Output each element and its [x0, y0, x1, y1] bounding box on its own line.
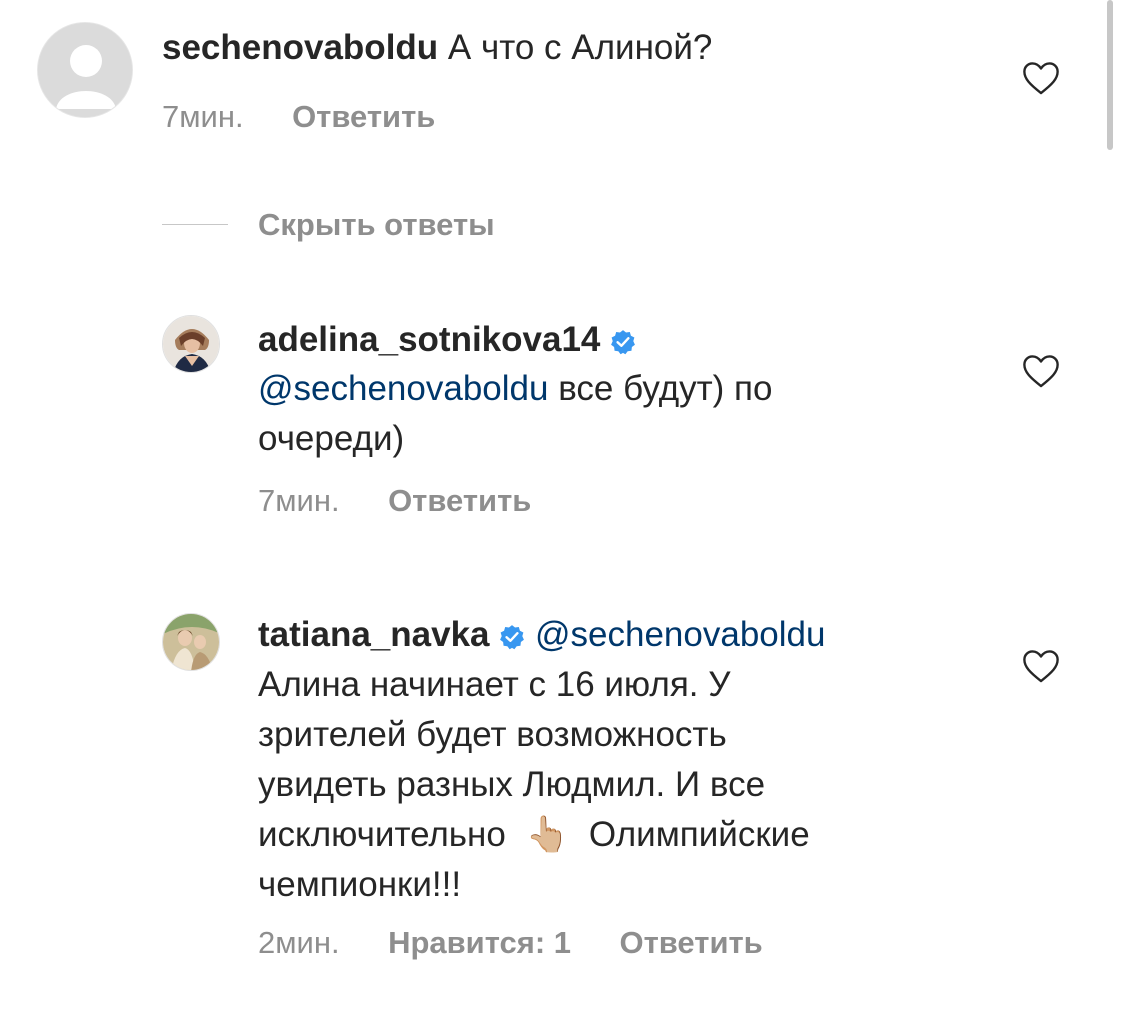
reply-line-1: tatiana_navka @sechenovaboldu: [258, 610, 825, 660]
reply-meta: 7мин. Ответить: [258, 481, 531, 527]
heart-icon[interactable]: [1022, 353, 1060, 389]
heart-icon[interactable]: [1022, 648, 1060, 684]
reply-button[interactable]: Ответить: [388, 483, 531, 518]
avatar-tatiana[interactable]: [162, 613, 220, 671]
heart-icon[interactable]: [1022, 60, 1060, 96]
verified-badge-icon: [611, 329, 636, 354]
username-link[interactable]: sechenovaboldu: [162, 28, 438, 67]
avatar-image: [163, 316, 219, 372]
mention-link[interactable]: @sechenovaboldu: [535, 615, 825, 654]
reply-button[interactable]: Ответить: [292, 99, 435, 134]
reply-time: 7мин.: [258, 483, 340, 518]
reply-time: 2мин.: [258, 925, 340, 960]
username-link[interactable]: tatiana_navka: [258, 615, 490, 654]
mention-link[interactable]: @sechenovaboldu: [258, 369, 548, 408]
pointing-up-emoji: 👆🏼: [525, 815, 570, 854]
hide-replies-button[interactable]: Скрыть ответы: [258, 203, 495, 247]
avatar-default[interactable]: [37, 22, 133, 118]
comment-text: А что с Алиной?: [447, 28, 713, 67]
reply-text: @sechenovaboldu все будут) по очереди): [258, 369, 773, 458]
reply-meta: 2мин. Нравится: 1 Ответить: [258, 923, 763, 969]
reply-text: Алина начинает с 16 июля. У зрителей буд…: [258, 665, 810, 904]
comment-meta: 7мин. Ответить: [162, 97, 435, 143]
divider-line: [162, 224, 228, 225]
comment-line: sechenovaboldu А что с Алиной?: [162, 25, 712, 71]
likes-count[interactable]: Нравится: 1: [388, 925, 571, 960]
default-user-icon: [38, 23, 132, 117]
avatar-image: [163, 614, 219, 670]
avatar-adelina[interactable]: [162, 315, 220, 373]
reply-button[interactable]: Ответить: [619, 925, 762, 960]
comment-time: 7мин.: [162, 99, 244, 134]
verified-badge-icon: [500, 624, 525, 649]
username-link[interactable]: adelina_sotnikova14: [258, 320, 600, 359]
reply-line-1: adelina_sotnikova14: [258, 315, 636, 365]
scrollbar[interactable]: [1107, 0, 1113, 150]
